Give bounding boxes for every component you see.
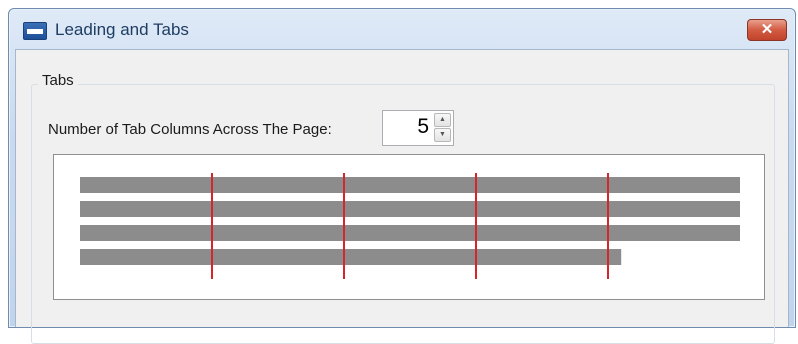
preview-canvas [80, 173, 740, 279]
preview-text-line [80, 201, 740, 217]
tab-columns-preview [53, 154, 765, 300]
title-bar[interactable]: Leading and Tabs ✕ [9, 9, 795, 49]
dialog-content: Tabs Number of Tab Columns Across The Pa… [15, 49, 789, 344]
tab-columns-stepper[interactable]: 5 ▲ ▼ [382, 110, 454, 146]
tabs-group-label: Tabs [38, 72, 78, 89]
tab-columns-label: Number of Tab Columns Across The Page: [48, 121, 332, 138]
preview-text-line [80, 225, 740, 241]
preview-text-line [80, 249, 622, 265]
dialog-title: Leading and Tabs [55, 20, 189, 39]
decrement-arrow-icon[interactable]: ▼ [434, 128, 451, 142]
leading-and-tabs-dialog: Leading and Tabs ✕ Tabs Number of Tab Co… [8, 8, 796, 344]
preview-text-line [80, 177, 740, 193]
close-button[interactable]: ✕ [747, 19, 787, 41]
app-document-icon [23, 22, 47, 40]
tab-columns-value[interactable]: 5 [383, 115, 429, 139]
increment-arrow-icon[interactable]: ▲ [434, 113, 451, 127]
